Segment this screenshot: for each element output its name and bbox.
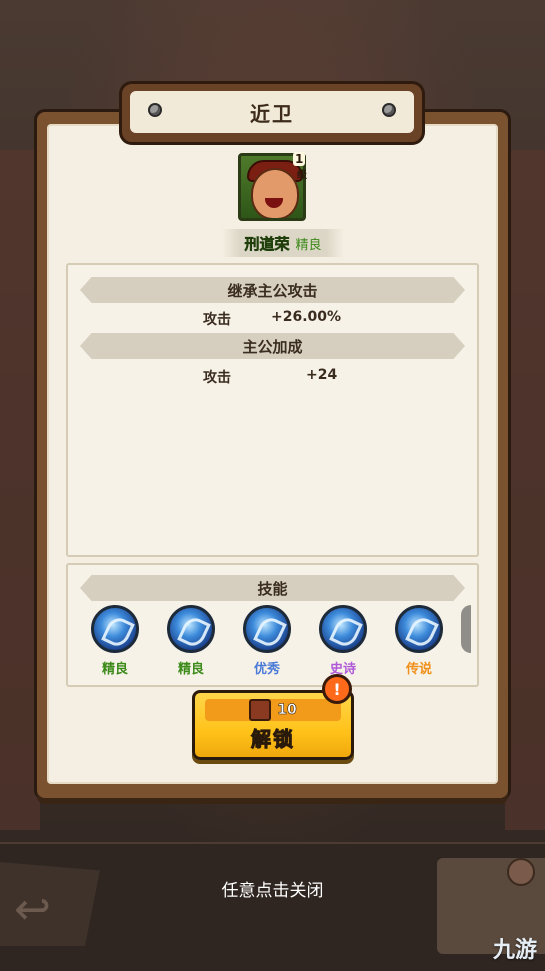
inherit-stat-value: +26.00% xyxy=(271,309,342,325)
background-pillar-right xyxy=(505,150,545,830)
skill-item[interactable]: 史诗 xyxy=(316,605,370,677)
lord-bonus-header: 主公加成 xyxy=(242,337,303,356)
inherit-stat-label: 攻击 xyxy=(203,312,231,328)
hero-level-number: 1 xyxy=(293,152,306,166)
watermark: 九游 xyxy=(492,938,537,963)
rivet-icon xyxy=(384,105,394,115)
title-plate: 近卫 xyxy=(122,84,422,142)
skill-label: 精良 xyxy=(177,662,204,677)
hero-name-row: 刑道荣 精良 xyxy=(222,229,344,257)
skill-header: 技能 xyxy=(257,579,288,598)
inherit-header-band: 继承主公攻击 xyxy=(80,277,465,303)
skill-header-band: 技能 xyxy=(80,575,465,601)
skill-label: 传说 xyxy=(405,662,432,677)
hero-shard-icon xyxy=(249,699,272,721)
attribute-panel: 继承主公攻击 攻击 +26.00% 主公加成 攻击 +24 xyxy=(66,263,479,557)
unlock-button-label: 解锁 xyxy=(251,727,295,752)
skill-label: 精良 xyxy=(101,662,128,677)
skill-item[interactable]: 精良 xyxy=(164,605,218,677)
unlock-cost-value: 10 xyxy=(277,702,297,719)
axe-blast-skill-icon[interactable] xyxy=(395,605,443,653)
alert-icon: ! xyxy=(322,674,352,704)
skill-item[interactable]: 优秀 xyxy=(240,605,294,677)
trident-skill-icon[interactable] xyxy=(243,605,291,653)
close-hint[interactable]: 任意点击关闭 xyxy=(0,876,545,901)
wave-skill-icon[interactable] xyxy=(91,605,139,653)
inherit-header: 继承主公攻击 xyxy=(227,281,318,300)
hero-face xyxy=(251,168,299,218)
background-pillar-left xyxy=(0,150,40,830)
skill-item[interactable]: 精良 xyxy=(88,605,142,677)
rivet-icon xyxy=(150,105,160,115)
axe-skill-icon[interactable] xyxy=(167,605,215,653)
hero-level-unit: 级 xyxy=(297,170,307,181)
skill-panel: 技能 精良 精良 优秀 史诗 传说 xyxy=(66,563,479,687)
lord-bonus-stat-label: 攻击 xyxy=(203,370,231,386)
skill-label: 优秀 xyxy=(253,662,280,677)
hero-rank: 精良 xyxy=(295,237,322,253)
lord-bonus-stat-value: +24 xyxy=(306,367,338,383)
unlock-cost: 10 xyxy=(205,699,341,721)
hero-name: 刑道荣 xyxy=(244,234,290,253)
next-skill-partial-icon[interactable] xyxy=(461,605,471,653)
skill-item[interactable]: 传说 xyxy=(392,605,446,677)
lord-bonus-header-band: 主公加成 xyxy=(80,333,465,359)
dialog-title: 近卫 xyxy=(250,101,294,126)
title-plate-inner: 近卫 xyxy=(130,91,414,133)
halberd-skill-icon[interactable] xyxy=(319,605,367,653)
skill-list: 精良 精良 优秀 史诗 传说 xyxy=(88,605,446,677)
